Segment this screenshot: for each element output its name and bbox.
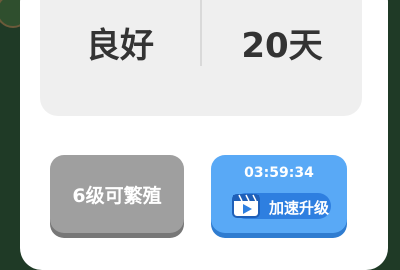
breed-button[interactable]: 6级可繁殖	[50, 155, 184, 233]
speed-up-button[interactable]: 03:59:34 加速升级	[211, 155, 347, 233]
speed-up-label: 加速升级	[269, 199, 330, 217]
countdown-timer: 03:59:34	[244, 165, 314, 181]
video-play-icon	[232, 194, 260, 218]
condition-value: 良好	[86, 25, 154, 66]
days-value: 20天	[241, 25, 323, 66]
breed-button-label: 6级可繁殖	[72, 184, 162, 207]
